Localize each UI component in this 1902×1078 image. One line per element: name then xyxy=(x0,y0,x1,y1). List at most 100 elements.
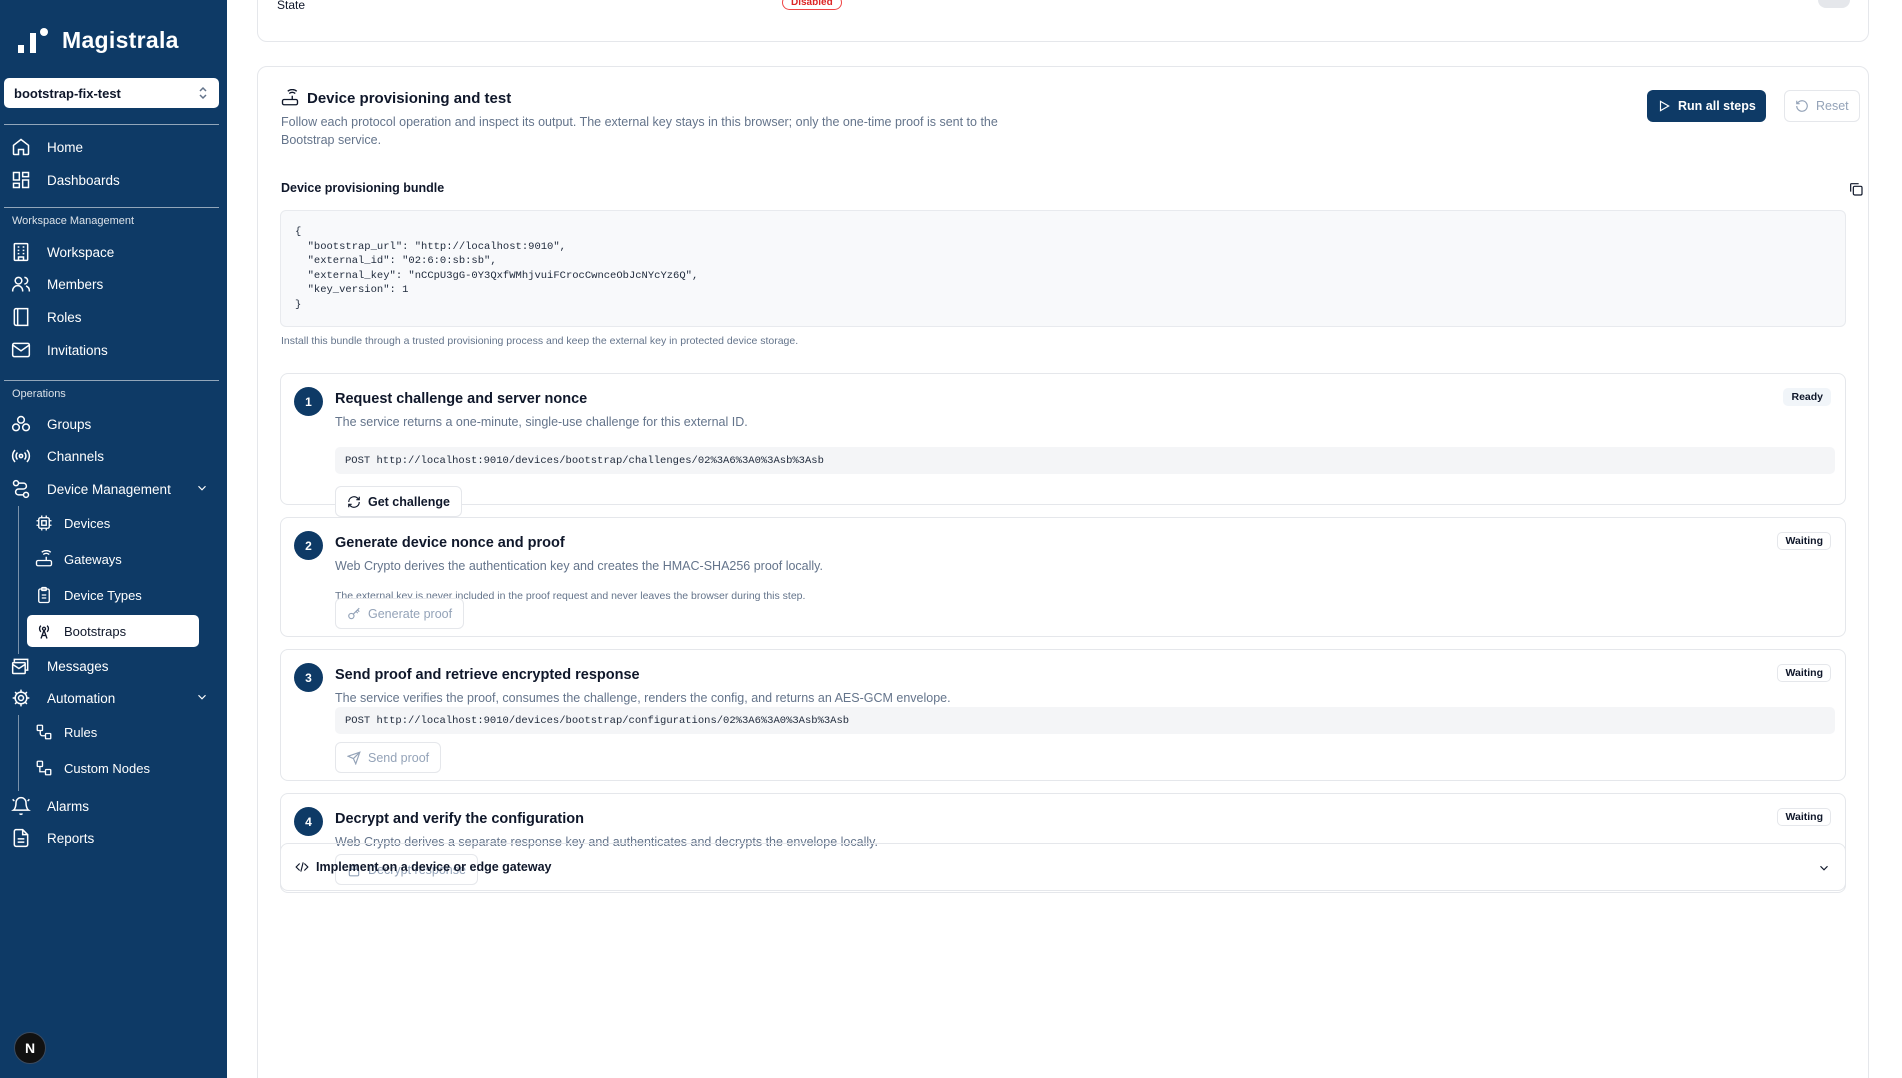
radio-icon xyxy=(10,445,32,467)
avatar[interactable]: N xyxy=(14,1032,46,1064)
sidebar-subitem-label: Rules xyxy=(64,724,98,740)
sidebar-item-home[interactable]: Home xyxy=(10,133,215,161)
book-icon xyxy=(10,306,32,328)
button-label: Generate proof xyxy=(368,606,453,621)
copy-icon[interactable] xyxy=(1848,181,1864,200)
sidebar-item-label: Members xyxy=(47,276,104,292)
button-label: Get challenge xyxy=(368,494,450,509)
sidebar-item-label: Reports xyxy=(47,830,95,846)
sidebar-item-label: Groups xyxy=(47,416,92,432)
sidebar-item-invitations[interactable]: Invitations xyxy=(10,336,215,364)
sidebar-item-label: Invitations xyxy=(47,342,108,358)
sidebar-subitem-bootstraps[interactable]: Bootstraps xyxy=(27,615,199,647)
file-icon xyxy=(10,827,32,849)
mail-icon xyxy=(10,339,32,361)
submenu-line xyxy=(18,715,19,791)
sidebar-item-label: Home xyxy=(47,139,84,155)
sidebar-item-label: Alarms xyxy=(47,798,90,814)
state-label: State xyxy=(277,0,306,12)
implement-accordion[interactable]: Implement on a device or edge gateway xyxy=(280,843,1846,891)
state-toggle[interactable] xyxy=(1818,0,1850,8)
workspace-select[interactable]: bootstrap-fix-test xyxy=(4,78,219,108)
sidebar-item-roles[interactable]: Roles xyxy=(10,303,215,331)
status-badge: Waiting xyxy=(1777,664,1831,682)
sidebar-item-label: Channels xyxy=(47,448,105,464)
sidebar-item-messages[interactable]: Messages xyxy=(10,652,215,680)
route-icon xyxy=(10,478,32,500)
state-card xyxy=(257,0,1869,42)
sidebar-item-label: Dashboards xyxy=(47,172,120,188)
sidebar-subitem-rules[interactable]: Rules xyxy=(27,716,199,748)
chevrons-up-down-icon xyxy=(199,86,207,100)
sidebar-item-device-management[interactable]: Device Management xyxy=(10,475,215,503)
provisioning-title-text: Device provisioning and test xyxy=(307,89,512,107)
sidebar-subitem-label: Bootstraps xyxy=(64,623,127,639)
send-proof-button[interactable]: Send proof xyxy=(335,742,442,773)
home-icon xyxy=(10,136,32,158)
sidebar-item-dashboards[interactable]: Dashboards xyxy=(10,166,215,194)
sidebar-subitem-gateways[interactable]: Gateways xyxy=(27,543,199,575)
refresh-icon xyxy=(347,495,361,509)
groups-icon xyxy=(10,413,32,435)
users-icon xyxy=(10,273,32,295)
sidebar-item-label: Workspace xyxy=(47,244,115,260)
brand[interactable]: Magistrala xyxy=(16,22,179,58)
section-label-operations: Operations xyxy=(12,388,66,400)
chip-icon xyxy=(34,513,54,533)
step-endpoint: POST http://localhost:9010/devices/boots… xyxy=(335,707,1835,734)
reset-label: Reset xyxy=(1816,99,1849,113)
workflow-icon xyxy=(34,722,54,742)
sidebar-item-label: Device Management xyxy=(47,481,171,497)
step-card-2: 2 Generate device nonce and proof Web Cr… xyxy=(280,517,1846,637)
key-icon xyxy=(347,607,361,621)
sidebar-item-alarms[interactable]: Alarms xyxy=(10,792,215,820)
step-card-3: 3 Send proof and retrieve encrypted resp… xyxy=(280,649,1846,781)
sidebar-item-label: Messages xyxy=(47,658,109,674)
step-number: 3 xyxy=(294,663,323,692)
chevron-down-icon xyxy=(198,694,206,700)
status-badge: Waiting xyxy=(1777,808,1831,826)
antenna-icon xyxy=(34,621,54,641)
sidebar-item-automation[interactable]: Automation xyxy=(10,684,215,712)
provisioning-card: Device provisioning and test Follow each… xyxy=(257,66,1869,1078)
step-number: 1 xyxy=(294,387,323,416)
sidebar-item-label: Roles xyxy=(47,309,82,325)
step-card-1: 1 Request challenge and server nonce The… xyxy=(280,373,1846,517)
run-all-steps-label: Run all steps xyxy=(1678,99,1756,113)
sidebar-subitem-device-types[interactable]: Device Types xyxy=(27,579,199,611)
get-challenge-button[interactable]: Get challenge xyxy=(335,486,462,517)
sidebar-item-members[interactable]: Members xyxy=(10,270,215,298)
step-number: 4 xyxy=(294,807,323,836)
sidebar-item-groups[interactable]: Groups xyxy=(10,410,215,438)
sidebar-subitem-custom-nodes[interactable]: Custom Nodes xyxy=(27,752,199,784)
step-description: The service returns a one-minute, single… xyxy=(335,415,748,429)
sidebar-divider xyxy=(4,380,219,381)
messages-icon xyxy=(10,655,32,677)
submenu-line xyxy=(18,506,19,654)
sidebar-item-workspace[interactable]: Workspace xyxy=(10,238,215,266)
status-badge: Ready xyxy=(1783,388,1831,406)
step-description: Web Crypto derives the authentication ke… xyxy=(335,559,823,573)
sidebar-divider xyxy=(4,207,219,208)
button-label: Send proof xyxy=(368,750,430,765)
generate-proof-button[interactable]: Generate proof xyxy=(335,598,465,629)
brand-name: Magistrala xyxy=(62,26,179,53)
play-icon xyxy=(1657,99,1671,113)
sidebar-item-reports[interactable]: Reports xyxy=(10,824,215,852)
status-badge: Waiting xyxy=(1777,532,1831,550)
sidebar-subitem-label: Gateways xyxy=(64,551,122,567)
main-content: State Disabled Device provisioning and t… xyxy=(227,0,1902,1078)
code-icon xyxy=(295,860,309,874)
bundle-code: { "bootstrap_url": "http://localhost:901… xyxy=(280,210,1846,327)
step-endpoint: POST http://localhost:9010/devices/boots… xyxy=(335,447,1835,474)
step-title: Send proof and retrieve encrypted respon… xyxy=(335,667,640,683)
sidebar-subitem-devices[interactable]: Devices xyxy=(27,507,199,539)
building-icon xyxy=(10,241,32,263)
reset-button[interactable]: Reset xyxy=(1784,90,1860,122)
send-icon xyxy=(347,750,361,765)
run-all-steps-button[interactable]: Run all steps xyxy=(1647,90,1766,122)
dashboards-icon xyxy=(10,169,32,191)
sidebar: Magistrala bootstrap-fix-test Home Dashb… xyxy=(0,0,227,1078)
sidebar-item-channels[interactable]: Channels xyxy=(10,442,215,470)
bell-icon xyxy=(10,795,32,817)
